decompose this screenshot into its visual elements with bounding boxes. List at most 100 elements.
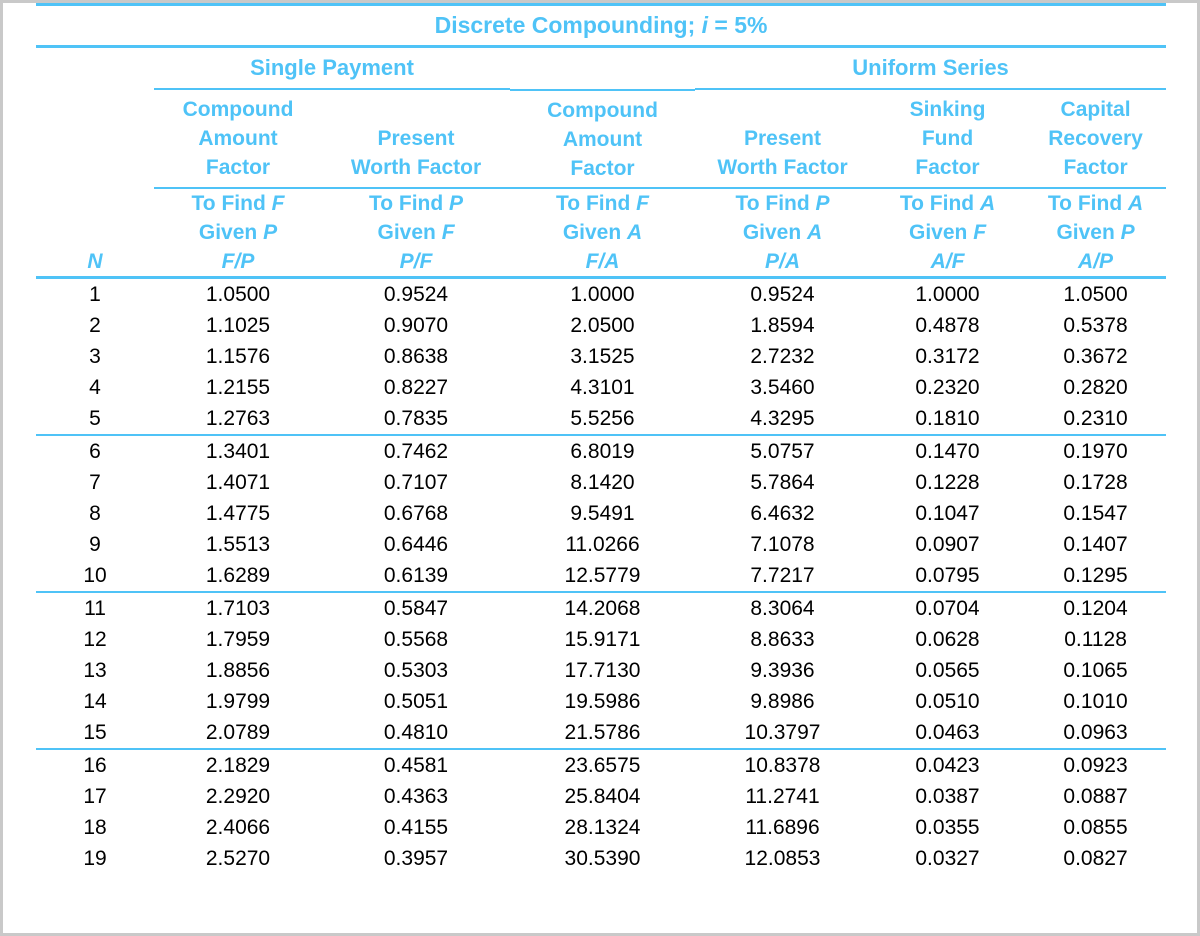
table-body: 1 1.0500 0.9524 1.0000 0.9524 1.0000 1.0500 2 1.… [36,278,1167,875]
pf-to-find-var: P [449,192,464,215]
table-row: 19 2.5270 0.3957 30.5390 12.0853 0.0327 0.0827 [36,843,1166,874]
cell-pa: 7.7217 [750,564,815,587]
column-name-n [36,90,154,187]
cell-ap: 0.2820 [1063,376,1128,399]
cell-fp: 1.3401 [154,434,322,467]
cell-fa: 28.1324 [564,816,641,839]
table-row: 13 1.8856 0.5303 17.7130 9.3936 0.0565 0.1065 [36,655,1166,686]
pf-given-var: F [441,221,455,244]
cell-ap: 0.1295 [1063,564,1128,587]
cell-pf: 0.8638 [383,345,449,368]
cell-fp: 1.1025 [205,314,271,337]
cell-af: 0.0463 [915,721,980,744]
column-name-af-line-1: Sinking [909,98,986,121]
table-row: 10 1.6289 0.6139 12.5779 7.7217 0.0795 0.1295 [36,560,1166,592]
cell-ap: 0.0827 [1063,847,1128,870]
cell-pa: 3.5460 [750,376,815,399]
cell-fp: 1.6289 [205,564,271,587]
cell-fa: 4.3101 [570,376,635,399]
group-uniform-series: Uniform Series [695,46,1167,90]
column-name-fa-line-1: Compound [547,98,658,122]
cell-fa: 19.5986 [564,690,641,713]
interest-factor-table-sheet: Discrete Compounding; i = 5% Single Paym… [0,0,1200,936]
table-row: 8 1.4775 0.6768 9.5491 6.4632 0.1047 0.1547 [36,498,1166,529]
cell-fp: 2.1829 [154,748,322,781]
pf-given: Given F [377,221,455,244]
column-name-fp: Compound Amount Factor [154,90,322,187]
cell-fp: 2.0789 [205,721,271,744]
cell-pa: 6.4632 [750,502,815,525]
cell-pf: 0.8227 [383,376,449,399]
column-header-pa: To Find P Given A P/A [695,188,870,276]
cell-pa: 1.8594 [750,314,815,337]
column-name-pa-line-2: Worth Factor [717,156,848,179]
pa-to-find-var: P [815,192,830,215]
cell-fa: 11.0266 [565,533,640,556]
cell-af: 0.2320 [915,376,980,399]
ap-to-find-var: A [1128,192,1144,215]
fa-given: Given A [562,221,643,244]
cell-ap: 0.0887 [1063,785,1128,808]
column-name-af: Sinking Fund Factor [870,90,1025,187]
column-name-row: Compound Amount Factor Present Worth Fac… [36,90,1166,187]
group-heading-row: Single Payment Uniform Series [36,46,1167,90]
cell-af: 1.0000 [915,283,980,306]
cell-pf: 0.7835 [383,407,449,430]
ap-given: Given P [1056,221,1135,244]
fp-given-var: P [263,221,278,244]
cell-n: 6 [36,434,154,467]
cell-ap: 0.0923 [1025,748,1167,781]
cell-fa: 8.1420 [570,471,635,494]
cell-af: 0.0355 [915,816,980,839]
fp-given: Given P [198,221,278,244]
cell-af: 0.0565 [915,659,980,682]
ap-given-var: P [1120,221,1135,244]
table-title: Discrete Compounding; i = 5% [36,3,1167,48]
cell-fp: 2.4066 [205,816,271,839]
cell-af: 0.0628 [915,628,980,651]
table-row: 18 2.4066 0.4155 28.1324 11.6896 0.0355 0.0855 [36,812,1166,843]
cell-fa: 23.6575 [510,748,695,781]
cell-ap: 0.1204 [1025,591,1167,624]
cell-fp: 1.5513 [205,533,271,556]
title-row: Discrete Compounding; i = 5% [36,3,1167,48]
cell-af: 0.1470 [870,434,1025,467]
pa-ratio: P/A [764,250,800,273]
cell-n: 1 [89,283,101,306]
cell-af: 0.0387 [915,785,980,808]
group-spacer-n [36,47,154,90]
cell-fp: 1.4775 [205,502,271,525]
cell-fp: 1.0500 [205,283,271,306]
table-row: 6 1.3401 0.7462 6.8019 5.0757 0.1470 0.1970 [36,434,1167,467]
cell-fa: 3.1525 [570,345,635,368]
cell-fp: 1.1576 [205,345,271,368]
cell-pf: 0.4581 [322,748,510,781]
cell-n: 15 [83,721,107,744]
fp-to-find: To Find F [191,192,285,215]
cell-fp: 1.9799 [205,690,271,713]
cell-pa: 4.3295 [750,407,815,430]
cell-pa: 0.9524 [750,283,815,306]
cell-pa: 8.3064 [695,591,870,624]
ap-to-find: To Find A [1047,192,1144,215]
cell-pf: 0.6139 [383,564,449,587]
cell-fa: 6.8019 [510,434,695,467]
fa-to-find: To Find F [556,192,649,215]
column-name-pf-line-2: Worth Factor [350,156,482,179]
cell-ap: 1.0500 [1063,283,1128,306]
cell-pa: 2.7232 [750,345,815,368]
cell-af: 0.0704 [870,591,1025,624]
cell-pf: 0.4810 [383,721,449,744]
cell-pa: 11.6896 [745,816,820,839]
cell-fa: 21.5786 [564,721,641,744]
cell-fp: 1.8856 [205,659,271,682]
cell-af: 0.1810 [915,407,980,430]
cell-n: 19 [83,847,107,870]
column-name-ap-line-1: Capital [1060,98,1131,121]
column-header-fa: To Find F Given A F/A [510,188,695,276]
fa-given-var: A [627,221,643,244]
cell-fa: 14.2068 [510,591,695,624]
cell-pa: 5.0757 [695,434,870,467]
column-name-fp-line-2: Amount [198,127,278,150]
cell-af: 0.0423 [870,748,1025,781]
